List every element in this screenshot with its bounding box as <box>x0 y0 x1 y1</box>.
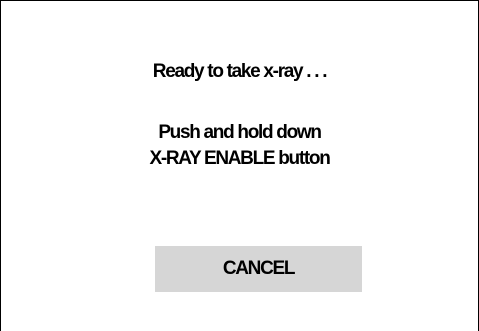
instruction-line-1: Push and hold down <box>158 122 322 143</box>
cancel-button[interactable]: CANCEL <box>155 246 362 292</box>
instruction-line-2: X-RAY ENABLE button <box>149 148 330 169</box>
xray-ready-dialog: Ready to take x-ray . . . Push and hold … <box>0 0 479 331</box>
ready-message: Ready to take x-ray . . . <box>152 61 328 82</box>
